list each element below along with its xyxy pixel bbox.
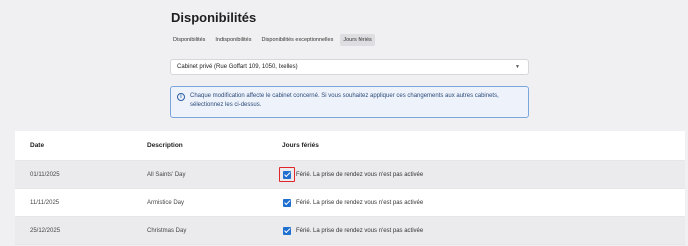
holiday-cell: Férié. La prise de rendez vous n'est pas… [282, 226, 685, 236]
table-header: Date Description Jours fériés [15, 131, 685, 161]
caret-down-icon: ▼ [515, 64, 520, 70]
checkmark-icon [283, 226, 291, 235]
row-date: 01/11/2025 [30, 171, 60, 178]
holiday-checkbox[interactable] [282, 198, 292, 208]
holiday-label: Férié. La prise de rendez vous n'est pas… [296, 199, 424, 206]
tab-unavailabilities[interactable]: Indisponibilités [212, 34, 254, 46]
row-description: All Saints' Day [147, 171, 186, 178]
tab-availabilities[interactable]: Disponibilités [170, 34, 208, 46]
info-banner: i Chaque modification affecte le cabinet… [170, 86, 529, 118]
checkmark-icon [283, 198, 291, 207]
table-row: 11/11/2025 Armistice Day Férié. La prise… [15, 189, 685, 217]
highlight-box [279, 166, 295, 182]
tab-exceptional-availabilities[interactable]: Disponibilités exceptionnelles [258, 34, 336, 46]
row-date: 25/12/2025 [30, 227, 61, 234]
row-description: Armistice Day [147, 199, 185, 206]
info-banner-text: Chaque modification affecte le cabinet c… [190, 93, 499, 108]
holiday-checkbox[interactable] [279, 166, 295, 182]
availability-page: Disponibilités Disponibilités Indisponib… [0, 0, 688, 246]
tab-bar: Disponibilités Indisponibilités Disponib… [170, 34, 375, 46]
tab-public-holidays[interactable]: Jours fériés [340, 34, 375, 46]
column-header-description: Description [147, 142, 183, 149]
info-icon: i [177, 93, 185, 101]
row-description: Christmas Day [147, 227, 187, 234]
page-title: Disponibilités [171, 10, 257, 25]
holiday-label: Férié. La prise de rendez vous n'est pas… [296, 227, 424, 234]
holiday-cell: Férié. La prise de rendez vous n'est pas… [279, 166, 685, 182]
table-row: 25/12/2025 Christmas Day Férié. La prise… [15, 217, 685, 245]
column-header-holidays: Jours fériés [282, 142, 319, 149]
cabinet-select[interactable]: Cabinet privé (Rue Goffart 109, 1050, Ix… [170, 59, 529, 75]
holiday-checkbox[interactable] [282, 226, 292, 236]
column-header-date: Date [30, 142, 45, 149]
row-date: 11/11/2025 [30, 199, 60, 206]
holiday-label: Férié. La prise de rendez vous n'est pas… [296, 171, 424, 178]
holidays-table: Date Description Jours fériés 01/11/2025… [15, 131, 685, 246]
cabinet-select-value: Cabinet privé (Rue Goffart 109, 1050, Ix… [177, 64, 298, 70]
table-row: 01/11/2025 All Saints' Day Férié. La pri… [15, 161, 685, 189]
holiday-cell: Férié. La prise de rendez vous n'est pas… [282, 198, 685, 208]
